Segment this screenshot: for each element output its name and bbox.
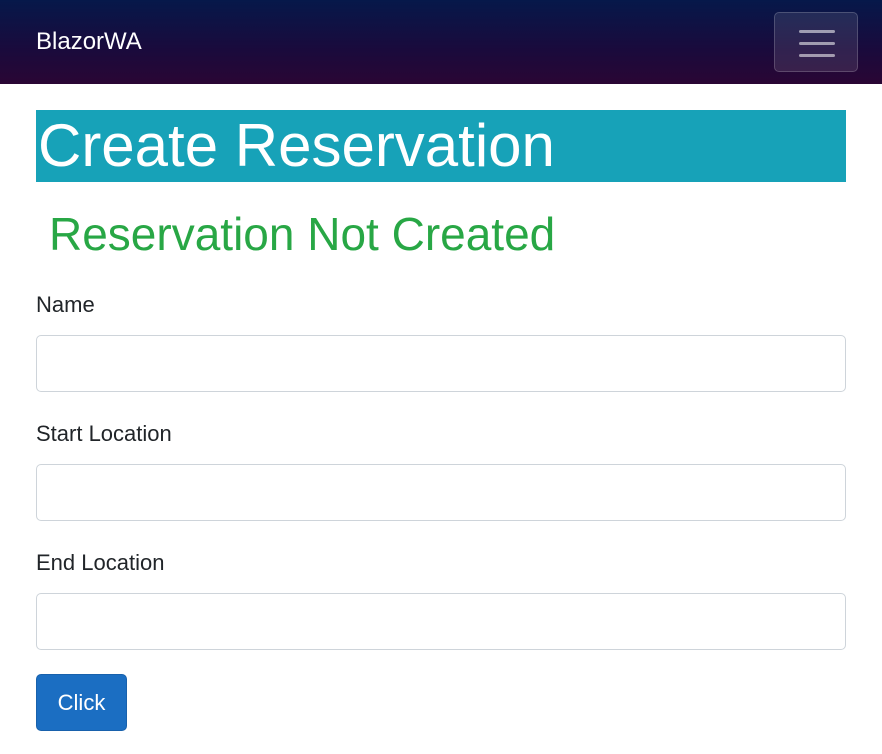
hamburger-menu-icon [799,42,835,45]
navbar-toggler-button[interactable] [774,12,858,72]
brand-link[interactable]: BlazorWA [36,27,142,57]
name-input[interactable] [36,335,846,392]
name-label: Name [36,292,95,317]
hamburger-menu-icon [799,54,835,57]
end-location-input[interactable] [36,593,846,650]
page-title: Create Reservation [36,110,846,182]
start-location-input[interactable] [36,464,846,521]
click-button[interactable]: Click [36,674,127,731]
start-location-label: Start Location [36,421,172,446]
end-location-label: End Location [36,550,165,575]
reservation-status-text: Reservation Not Created [49,208,556,260]
top-navbar: BlazorWA [0,0,882,84]
hamburger-menu-icon [799,30,835,33]
